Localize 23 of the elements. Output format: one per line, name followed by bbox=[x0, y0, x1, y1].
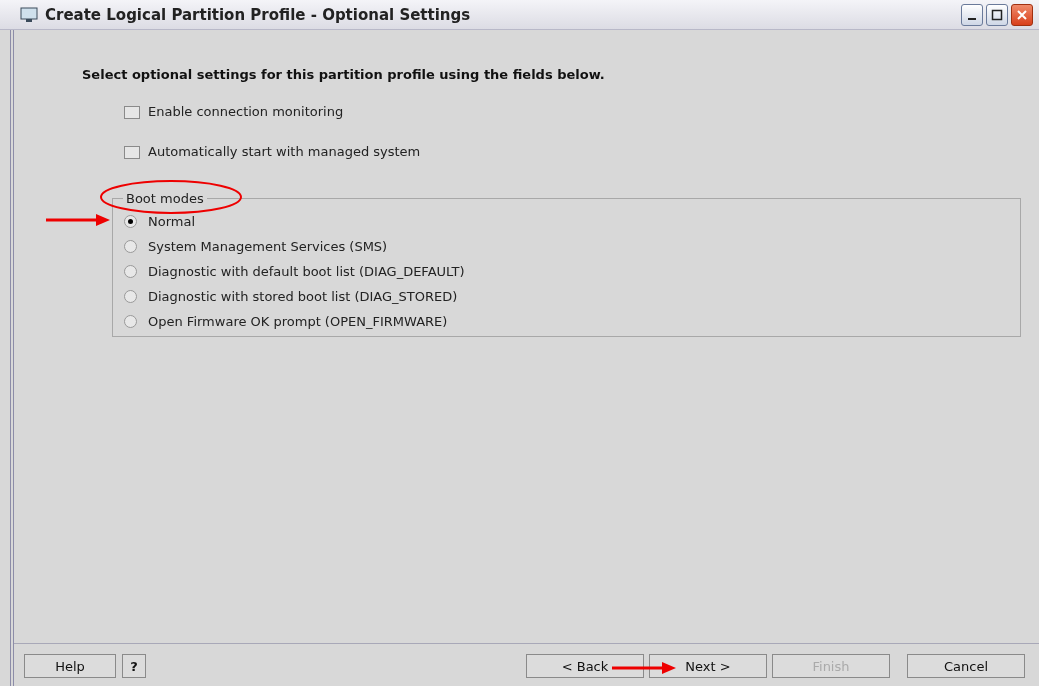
close-icon bbox=[1016, 8, 1028, 21]
instruction-text: Select optional settings for this partition profile using the fields below. bbox=[82, 67, 606, 82]
cancel-button[interactable]: Cancel bbox=[907, 654, 1025, 678]
radio-option[interactable]: Open Firmware OK prompt (OPEN_FIRMWARE) bbox=[124, 309, 448, 334]
back-button[interactable]: < Back bbox=[526, 654, 644, 678]
close-button[interactable] bbox=[1011, 3, 1033, 26]
minimize-icon bbox=[968, 17, 976, 20]
monitor-icon bbox=[20, 6, 38, 23]
minimize-button[interactable] bbox=[961, 3, 983, 26]
help-icon-button[interactable]: ? bbox=[122, 654, 146, 678]
help-button[interactable]: Help bbox=[24, 654, 116, 678]
annotation-arrow bbox=[612, 662, 676, 674]
radio-option[interactable]: Diagnostic with default boot list (DIAG_DEFAULT) bbox=[124, 259, 465, 284]
annotation-arrow bbox=[46, 214, 110, 226]
radio-option[interactable]: Normal bbox=[124, 209, 196, 234]
maximize-button[interactable] bbox=[986, 3, 1008, 26]
maximize-icon bbox=[991, 8, 1003, 21]
radio-option[interactable]: Diagnostic with stored boot list (DIAG_STORED) bbox=[124, 284, 458, 309]
radio-option[interactable]: System Management Services (SMS) bbox=[124, 234, 388, 259]
window-title: Create Logical Partition Profile - Optional Settings bbox=[45, 5, 471, 24]
checkbox-option[interactable]: Enable connection monitoring bbox=[124, 104, 344, 120]
checkbox-option[interactable]: Automatically start with managed system bbox=[124, 144, 421, 160]
next-button[interactable]: Next > bbox=[649, 654, 767, 678]
